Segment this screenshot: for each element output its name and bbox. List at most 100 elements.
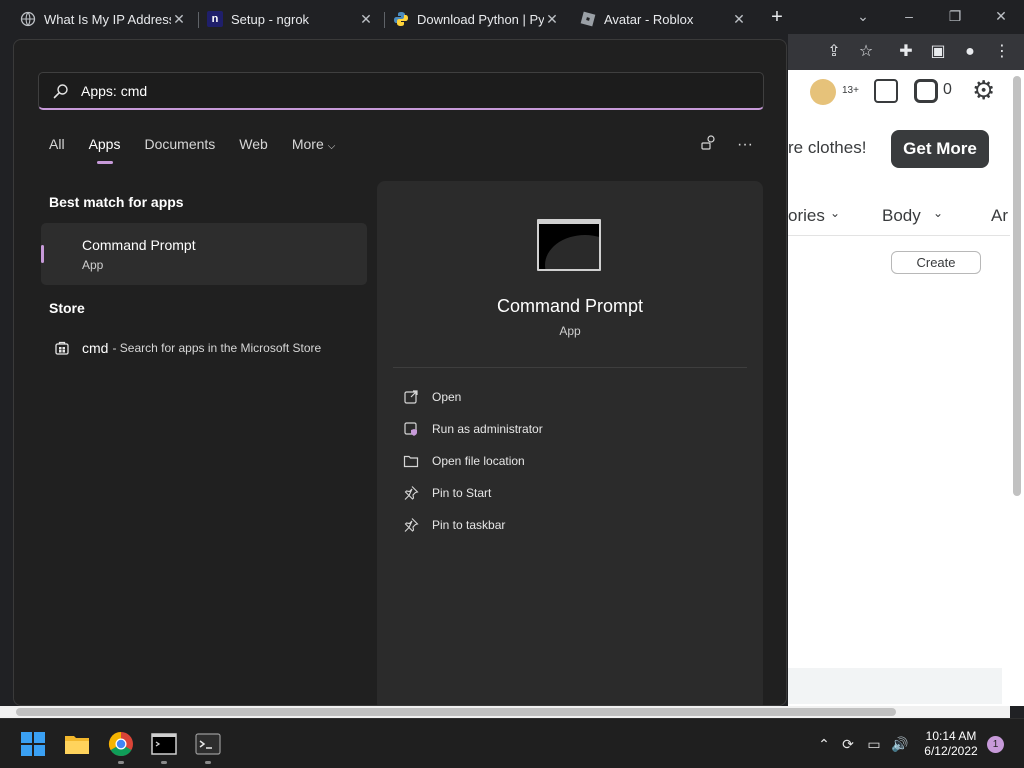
globe-icon [20,11,36,27]
horizontal-scrollbar[interactable] [0,706,1010,718]
detail-pane: Command Prompt App Open Run as administr… [377,181,763,705]
action-open[interactable]: Open [403,383,461,411]
extensions-icon[interactable]: ✚ [896,42,916,62]
category-bar: ories ⌄ Body ⌄ Ar [788,198,1010,236]
action-open-file-location[interactable]: Open file location [403,447,525,475]
chevron-down-icon: ⌄ [830,206,841,220]
tab-title: Avatar - Roblox [604,11,694,27]
tab-what-is-my-ip[interactable]: What Is My IP Address ✕ [0,4,197,34]
action-run-as-admin[interactable]: Run as administrator [403,415,543,443]
tab-documents[interactable]: Documents [144,136,215,164]
vertical-scrollbar[interactable] [1010,70,1024,706]
clock-time: 10:14 AM [925,729,977,743]
command-prompt-icon [537,219,601,271]
tab-apps[interactable]: Apps [89,136,121,164]
best-match-title: Command Prompt [82,237,196,253]
chevron-down-icon: ⌵ [327,141,336,152]
chevron-down-icon: ⌄ [933,206,944,220]
close-icon[interactable]: ✕ [171,11,187,27]
tab-search-chevron-icon[interactable]: ⌄ [848,4,878,28]
action-pin-to-start[interactable]: Pin to Start [403,479,491,507]
roblox-icon [580,11,596,27]
scrollbar-thumb[interactable] [1013,76,1021,496]
create-button[interactable]: Create [891,251,981,274]
tab-title: Download Python | Py [417,11,544,27]
kebab-menu-icon[interactable]: ⋮ [992,42,1012,62]
best-match-command-prompt[interactable]: Command Prompt App [41,223,367,285]
roblox-page: 13+ 0 ⚙ re clothes! Get More ories ⌄ Bod… [788,70,1010,706]
restore-button[interactable]: ❐ [940,4,970,28]
store-description: - Search for apps in the Microsoft Store [112,341,322,355]
clock-date: 6/12/2022 [924,744,978,758]
tab-ngrok[interactable]: n Setup - ngrok ✕ [187,4,384,34]
file-explorer-icon[interactable] [64,731,90,757]
tab-title: What Is My IP Address [44,11,171,27]
admin-shield-icon [403,421,419,437]
new-tab-button[interactable]: + [766,6,788,28]
action-label: Open [432,390,462,404]
close-icon[interactable]: ✕ [358,11,374,27]
tab-web[interactable]: Web [239,136,268,164]
banner-text: re clothes! [788,138,867,157]
category-body[interactable]: Body [882,206,921,226]
settings-gear-icon[interactable]: ⚙ [972,76,995,104]
star-icon[interactable]: ☆ [856,42,876,62]
tab-title: Setup - ngrok [231,11,310,27]
detail-type: App [559,324,581,338]
close-icon[interactable]: ✕ [544,11,560,27]
close-icon[interactable]: ✕ [731,11,747,27]
profile-icon[interactable]: ● [960,42,980,62]
best-match-heading: Best match for apps [49,194,184,210]
terminal-icon[interactable] [195,731,221,757]
chrome-icon[interactable] [108,731,134,757]
clock[interactable]: 10:14 AM 6/12/2022 [916,729,986,759]
action-pin-to-taskbar[interactable]: Pin to taskbar [403,511,505,539]
sidepanel-icon[interactable]: ▣ [928,42,948,62]
tab-all[interactable]: All [49,136,65,164]
store-icon [55,341,69,355]
ngrok-icon: n [207,11,223,27]
cmd-icon[interactable] [151,731,177,757]
best-match-subtitle: App [82,258,104,272]
close-window-button[interactable]: ✕ [986,4,1016,28]
open-icon [403,389,419,405]
pin-icon [403,485,419,501]
tab-roblox-avatar[interactable]: Avatar - Roblox ✕ [560,4,757,34]
pin-icon [403,517,419,533]
volume-icon[interactable]: 🔊 [891,736,908,752]
category-animations[interactable]: Ar [991,206,1008,226]
divider [393,367,747,368]
notification-badge[interactable]: 1 [987,736,1004,753]
robux-icon[interactable] [914,79,938,103]
robux-count: 0 [943,81,952,98]
tab-more[interactable]: More ⌵ [292,136,336,164]
get-more-button[interactable]: Get More [891,130,989,168]
tab-more-label: More [291,136,324,152]
category-accessories[interactable]: ories [788,206,825,226]
messages-icon[interactable] [874,79,898,103]
store-heading: Store [49,300,85,316]
network-icon[interactable]: ▭ [866,736,882,752]
scrollbar-thumb[interactable] [16,708,896,716]
browser-tab-strip: What Is My IP Address ✕ n Setup - ngrok … [0,0,1024,34]
account-switch-icon[interactable] [698,134,720,156]
chevron-up-icon[interactable]: ⌃ [816,736,832,752]
store-search-item[interactable]: cmd - Search for apps in the Microsoft S… [41,332,367,364]
store-query: cmd [82,340,109,356]
tab-python[interactable]: Download Python | Py ✕ [373,4,570,34]
detail-title: Command Prompt [496,296,644,316]
selection-accent [41,245,44,263]
search-input[interactable] [81,82,681,99]
sync-icon[interactable]: ⟳ [840,736,856,752]
taskbar: ⌃ ⟳ ▭ 🔊 10:14 AM 6/12/2022 1 [0,718,1024,768]
windows-start-icon[interactable] [20,731,46,757]
avatar[interactable] [810,79,836,105]
share-icon[interactable]: ⇪ [824,42,844,62]
minimize-button[interactable]: – [894,4,924,28]
search-box[interactable] [38,72,764,110]
action-label: Pin to taskbar [432,518,506,532]
search-icon [53,83,69,99]
start-search-flyout: All Apps Documents Web More⌵ ··· Best ma… [13,39,787,706]
page-footer-strip [788,668,1002,704]
more-options-icon[interactable]: ··· [734,134,756,156]
